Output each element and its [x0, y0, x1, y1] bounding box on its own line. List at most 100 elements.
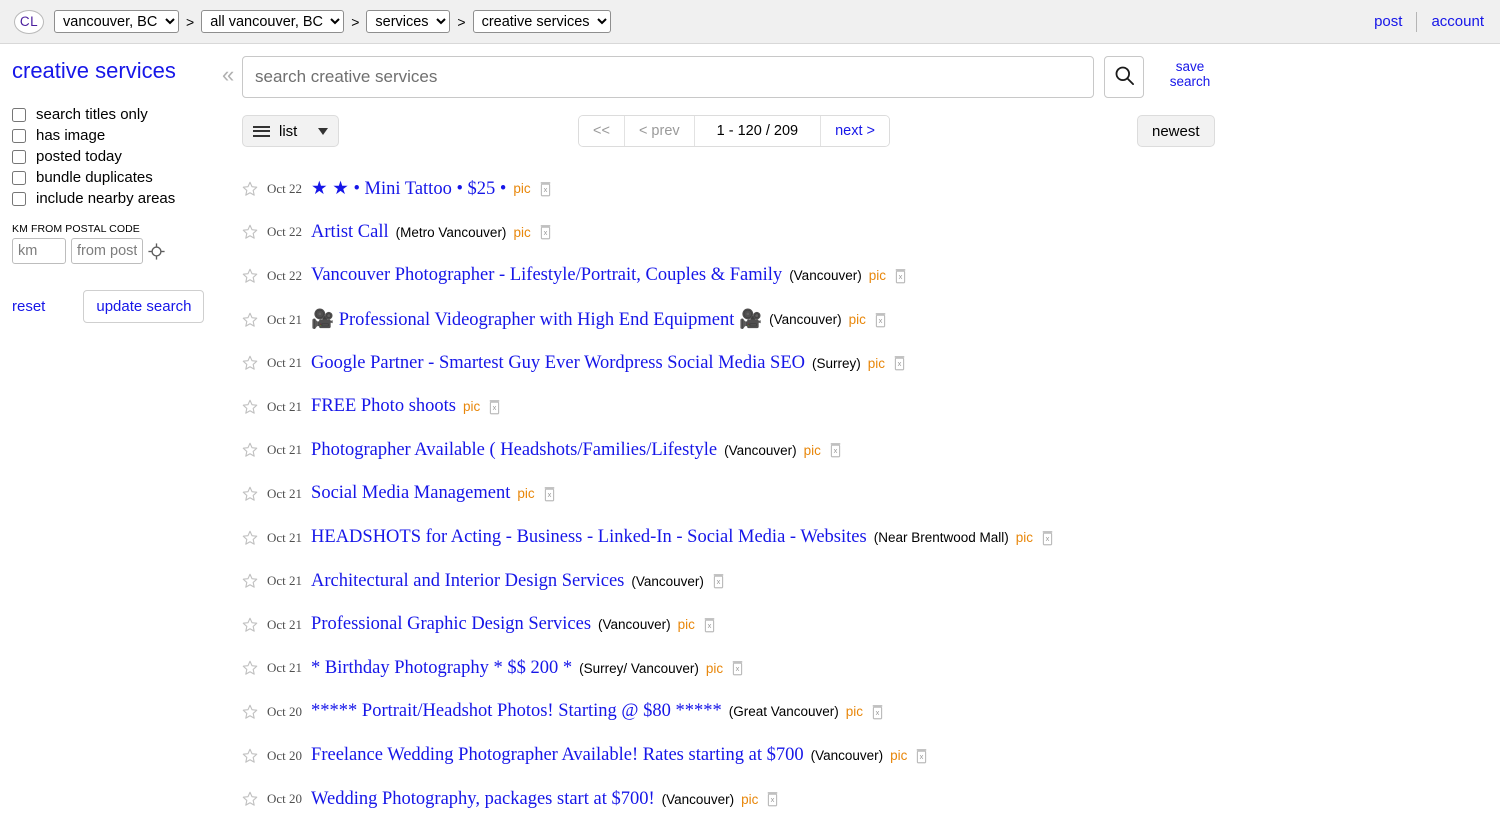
favorite-star-icon[interactable]: [242, 617, 258, 633]
favorite-star-icon[interactable]: [242, 748, 258, 764]
listing-title-link[interactable]: Artist Call: [311, 222, 389, 243]
listing-location: (Vancouver): [631, 573, 704, 589]
listing-pic-tag[interactable]: pic: [868, 356, 885, 371]
save-search-link[interactable]: save search: [1162, 56, 1218, 89]
update-search-button[interactable]: update search: [83, 290, 205, 323]
listing-pic-tag[interactable]: pic: [804, 443, 821, 458]
hide-listing-trash-icon[interactable]: x: [765, 791, 780, 807]
favorite-star-icon[interactable]: [242, 573, 258, 589]
hide-listing-trash-icon[interactable]: x: [828, 442, 843, 458]
listing-title-link[interactable]: * Birthday Photography * $$ 200 *: [311, 658, 572, 679]
listing-pic-tag[interactable]: pic: [741, 792, 758, 807]
listing-location: (Vancouver): [810, 748, 884, 764]
listing-pic-tag[interactable]: pic: [463, 399, 480, 414]
listing-pic-tag[interactable]: pic: [513, 181, 530, 196]
listing-pic-tag[interactable]: pic: [706, 661, 723, 676]
hide-listing-trash-icon[interactable]: x: [487, 399, 502, 415]
checkbox-posted-today[interactable]: [12, 149, 26, 164]
label-include-nearby-areas[interactable]: include nearby areas: [36, 190, 175, 207]
listing-title-link[interactable]: Professional Graphic Design Services: [311, 614, 591, 635]
crosshair-icon[interactable]: [148, 242, 165, 260]
favorite-star-icon[interactable]: [242, 399, 258, 415]
filter-posted-today[interactable]: posted today: [12, 148, 212, 165]
hide-listing-trash-icon[interactable]: x: [730, 660, 745, 676]
favorite-star-icon[interactable]: [242, 442, 258, 458]
subarea-select[interactable]: all vancouver, BC: [201, 10, 345, 33]
listing-title-link[interactable]: FREE Photo shoots: [311, 396, 456, 417]
account-link[interactable]: account: [1431, 13, 1484, 30]
filter-bundle-duplicates[interactable]: bundle duplicates: [12, 169, 212, 186]
hide-listing-trash-icon[interactable]: x: [873, 312, 888, 328]
craigslist-logo[interactable]: CL: [14, 9, 44, 34]
category-select[interactable]: creative services: [472, 10, 611, 33]
listing-title-link[interactable]: Wedding Photography, packages start at $…: [311, 789, 655, 810]
sort-order-button[interactable]: newest: [1137, 115, 1215, 147]
region-select[interactable]: vancouver, BC: [54, 10, 179, 33]
favorite-star-icon[interactable]: [242, 530, 258, 546]
label-has-image[interactable]: has image: [36, 127, 105, 144]
listing-pic-tag[interactable]: pic: [849, 312, 866, 327]
filter-has-image[interactable]: has image: [12, 127, 212, 144]
filter-include-nearby-areas[interactable]: include nearby areas: [12, 190, 212, 207]
hide-listing-trash-icon[interactable]: x: [702, 617, 717, 633]
hide-listing-trash-icon[interactable]: x: [892, 355, 907, 371]
listing-date: Oct 21: [267, 616, 303, 632]
reset-filters-link[interactable]: reset: [12, 298, 45, 315]
favorite-star-icon[interactable]: [242, 660, 258, 676]
checkbox-search-titles-only[interactable]: [12, 107, 26, 122]
distance-km-input[interactable]: [12, 238, 66, 264]
search-submit-button[interactable]: [1104, 56, 1144, 98]
hide-listing-trash-icon[interactable]: x: [542, 486, 557, 502]
first-page-button[interactable]: <<: [579, 116, 625, 146]
hide-listing-trash-icon[interactable]: x: [538, 181, 553, 197]
post-link[interactable]: post: [1374, 13, 1402, 30]
favorite-star-icon[interactable]: [242, 355, 258, 371]
collapse-sidebar-icon[interactable]: «: [222, 64, 234, 86]
category-group-select[interactable]: services: [366, 10, 451, 33]
favorite-star-icon[interactable]: [242, 268, 258, 284]
hide-listing-trash-icon[interactable]: x: [914, 748, 929, 764]
favorite-star-icon[interactable]: [242, 486, 258, 502]
listing-title-link[interactable]: ***** Portrait/Headshot Photos! Starting…: [311, 701, 722, 722]
search-input[interactable]: [242, 56, 1094, 98]
hide-listing-trash-icon[interactable]: x: [1040, 530, 1055, 546]
postal-code-input[interactable]: [71, 238, 143, 264]
listing-title-link[interactable]: Photographer Available ( Headshots/Famil…: [311, 440, 717, 461]
prev-page-button[interactable]: < prev: [624, 116, 695, 146]
listing-pic-tag[interactable]: pic: [517, 486, 534, 501]
favorite-star-icon[interactable]: [242, 312, 258, 328]
listing-title-link[interactable]: Architectural and Interior Design Servic…: [311, 571, 624, 592]
listing-title-link[interactable]: Google Partner - Smartest Guy Ever Wordp…: [311, 353, 805, 374]
next-page-button[interactable]: next >: [821, 116, 889, 146]
main-content: « save search list << < pr: [212, 44, 1500, 821]
listing-title-link[interactable]: Freelance Wedding Photographer Available…: [311, 745, 804, 766]
favorite-star-icon[interactable]: [242, 224, 258, 240]
listing-pic-tag[interactable]: pic: [890, 748, 907, 763]
checkbox-has-image[interactable]: [12, 128, 26, 143]
hide-listing-trash-icon[interactable]: x: [893, 268, 908, 284]
checkbox-bundle-duplicates[interactable]: [12, 170, 26, 185]
listing-title-link[interactable]: ★ ★ • Mini Tattoo • $25 •: [311, 178, 506, 200]
label-posted-today[interactable]: posted today: [36, 148, 122, 165]
listing-pic-tag[interactable]: pic: [513, 225, 530, 240]
view-mode-dropdown[interactable]: list: [242, 115, 340, 147]
favorite-star-icon[interactable]: [242, 181, 258, 197]
filter-search-titles-only[interactable]: search titles only: [12, 106, 212, 123]
label-search-titles-only[interactable]: search titles only: [36, 106, 148, 123]
listing-date: Oct 20: [267, 791, 303, 807]
hide-listing-trash-icon[interactable]: x: [870, 704, 885, 720]
listing-pic-tag[interactable]: pic: [846, 704, 863, 719]
listing-title-link[interactable]: Vancouver Photographer - Lifestyle/Portr…: [311, 265, 782, 286]
checkbox-include-nearby-areas[interactable]: [12, 191, 26, 206]
favorite-star-icon[interactable]: [242, 791, 258, 807]
favorite-star-icon[interactable]: [242, 704, 258, 720]
listing-title-link[interactable]: Social Media Management: [311, 483, 510, 504]
listing-pic-tag[interactable]: pic: [1016, 530, 1033, 545]
listing-title-link[interactable]: 🎥 Professional Videographer with High En…: [311, 308, 762, 331]
hide-listing-trash-icon[interactable]: x: [538, 224, 553, 240]
listing-pic-tag[interactable]: pic: [869, 268, 886, 283]
label-bundle-duplicates[interactable]: bundle duplicates: [36, 169, 153, 186]
listing-pic-tag[interactable]: pic: [678, 617, 695, 632]
listing-title-link[interactable]: HEADSHOTS for Acting - Business - Linked…: [311, 527, 867, 548]
hide-listing-trash-icon[interactable]: x: [711, 573, 726, 589]
